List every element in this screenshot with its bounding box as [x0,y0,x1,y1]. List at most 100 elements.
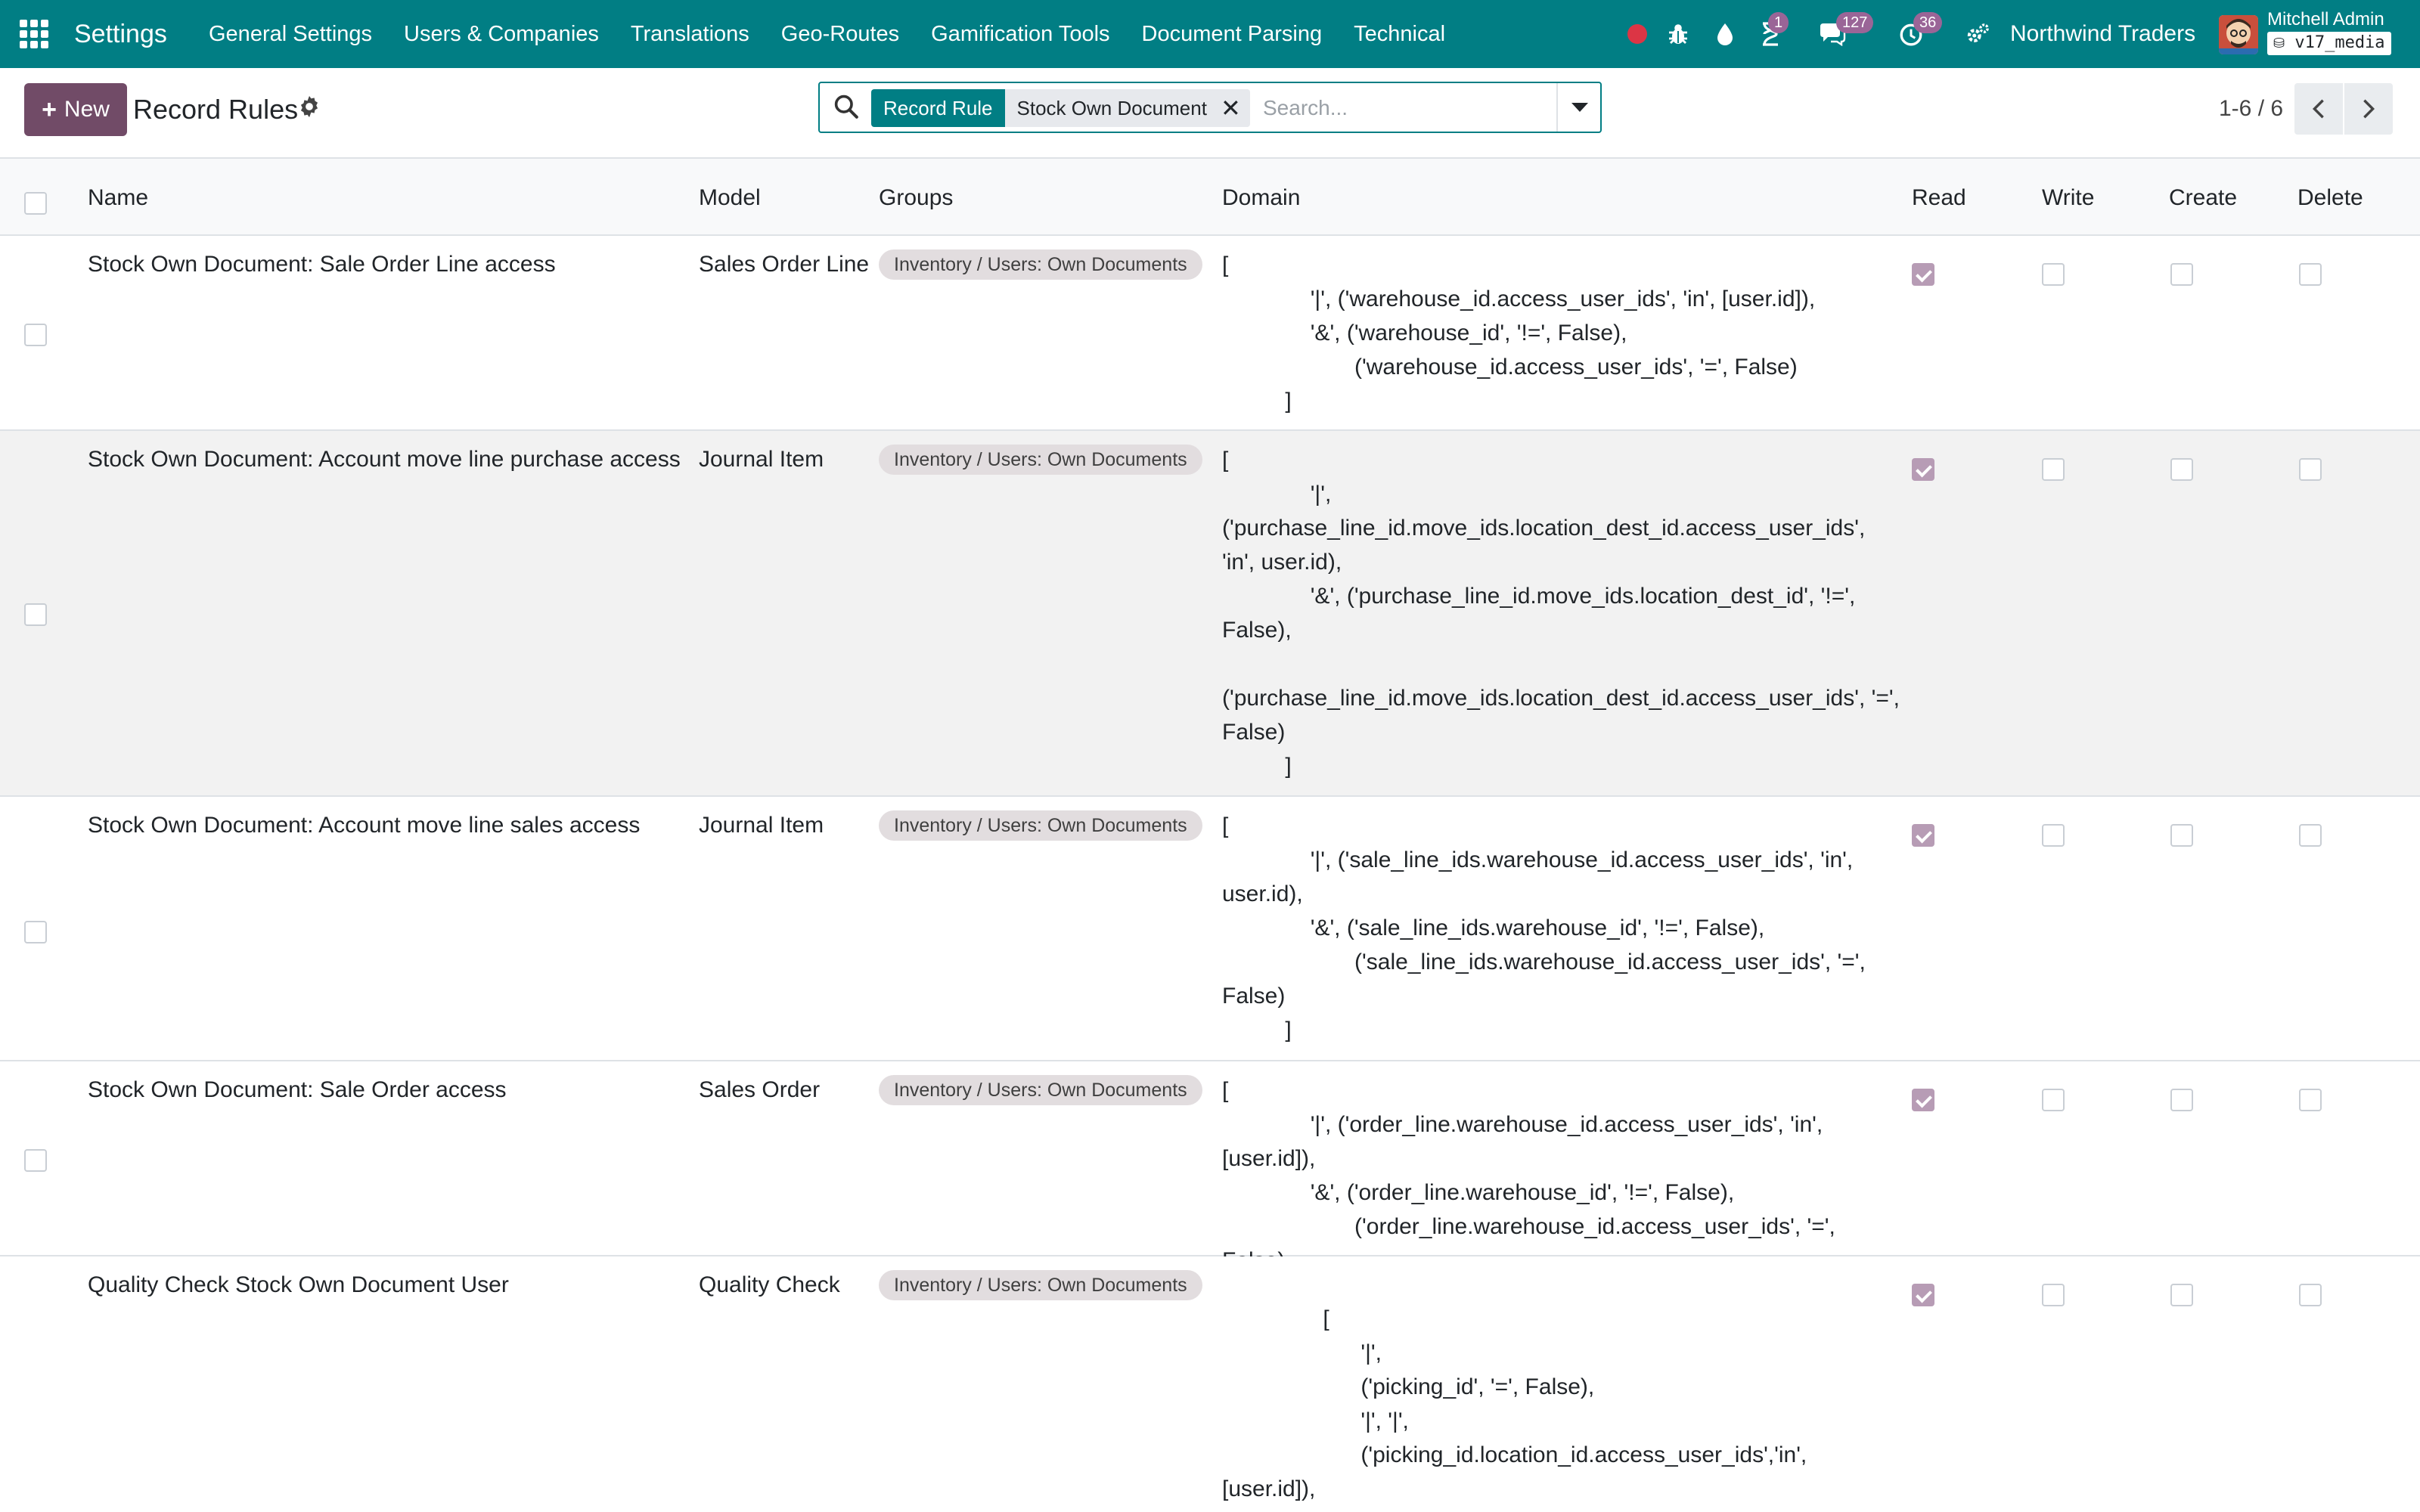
group-tag: Inventory / Users: Own Documents [879,1270,1202,1300]
row-select-checkbox[interactable] [24,603,47,626]
rule-domain: [ '|', ('picking_id', '=', False), '|', … [1222,1306,1807,1501]
create-checkbox[interactable] [2170,1284,2193,1306]
select-all-checkbox[interactable] [24,192,47,215]
search-bar[interactable]: Record Rule Stock Own Document ✕ [818,82,1602,133]
new-button[interactable]: + New [24,83,127,136]
search-input[interactable] [1263,89,1565,127]
rule-domain: [ '|', ('purchase_line_id.move_ids.locat… [1222,448,1900,779]
control-panel: + New Record Rules Record Rule Stock Own… [0,68,2420,159]
row-select-checkbox[interactable] [24,324,47,346]
table-row[interactable]: Stock Own Document: Sale Order access Sa… [0,1061,2420,1307]
rule-model: Sales Order [699,1077,821,1102]
delete-checkbox[interactable] [2299,263,2322,286]
delete-checkbox[interactable] [2299,1089,2322,1111]
main-menu: General Settings Users & Companies Trans… [209,17,1477,51]
group-tag: Inventory / Users: Own Documents [879,810,1202,841]
column-header-domain[interactable]: Domain [1222,183,1300,213]
menu-translations[interactable]: Translations [631,17,749,51]
activity-badge: 1 [1768,12,1789,33]
top-navbar: Settings General Settings Users & Compan… [0,0,2420,68]
column-header-create[interactable]: Create [2169,183,2237,213]
settings-gears-icon[interactable] [1963,20,1992,48]
column-header-write[interactable]: Write [2042,183,2094,213]
column-header-model[interactable]: Model [699,183,761,213]
read-checkbox[interactable] [1912,458,1934,481]
group-tag: Inventory / Users: Own Documents [879,1075,1202,1105]
table-row[interactable]: Stock Own Document: Account move line sa… [0,797,2420,1061]
rule-name: Quality Check Stock Own Document User [88,1272,509,1297]
read-checkbox[interactable] [1912,824,1934,847]
table-row[interactable]: Stock Own Document: Sale Order Line acce… [0,236,2420,431]
write-checkbox[interactable] [2042,263,2065,286]
search-icon[interactable] [833,94,862,122]
facet-value-text: Stock Own Document [1016,97,1207,119]
rule-model: Quality Check [699,1272,840,1297]
recording-indicator-icon[interactable] [1627,24,1647,44]
database-icon: ⛁ [2273,36,2285,51]
table-row[interactable]: Stock Own Document: Account move line pu… [0,431,2420,797]
user-avatar[interactable] [2219,15,2258,54]
create-checkbox[interactable] [2170,824,2193,847]
app-brand[interactable]: Settings [74,17,167,51]
rule-name: Stock Own Document: Sale Order Line acce… [88,252,556,277]
page-title: Record Rules [133,94,299,125]
rule-name: Stock Own Document: Account move line sa… [88,813,641,838]
rule-domain: [ '|', ('warehouse_id.access_user_ids', … [1222,253,1816,414]
column-header-read[interactable]: Read [1912,183,1966,213]
rule-model: Sales Order Line [699,252,870,277]
search-options-toggle[interactable] [1556,83,1602,132]
row-select-checkbox[interactable] [24,1149,47,1172]
rule-name: Stock Own Document: Account move line pu… [88,447,681,472]
create-checkbox[interactable] [2170,263,2193,286]
write-checkbox[interactable] [2042,1089,2065,1111]
column-header-name[interactable]: Name [88,183,148,213]
messages-badge: 127 [1836,12,1874,33]
facet-label: Record Rule [871,89,1005,127]
column-header-groups[interactable]: Groups [879,183,953,213]
list-header: Name Model Groups Domain Read Write Crea… [0,159,2420,236]
column-header-delete[interactable]: Delete [2297,183,2363,213]
read-checkbox[interactable] [1912,263,1934,286]
rule-name: Stock Own Document: Sale Order access [88,1077,507,1102]
menu-gamification-tools[interactable]: Gamification Tools [931,17,1109,51]
pager-next-button[interactable] [2344,83,2393,135]
row-select-checkbox[interactable] [24,921,47,943]
bug-icon[interactable] [1664,20,1692,48]
menu-general-settings[interactable]: General Settings [209,17,372,51]
user-name[interactable]: Mitchell Admin [2267,9,2384,30]
write-checkbox[interactable] [2042,824,2065,847]
database-chip: ⛁ v17_media [2267,32,2391,55]
plus-icon: + [42,94,57,124]
read-checkbox[interactable] [1912,1089,1934,1111]
menu-users-companies[interactable]: Users & Companies [404,17,599,51]
company-switcher[interactable]: Northwind Traders [2010,17,2195,51]
pager-previous-button[interactable] [2294,83,2343,135]
chevron-left-icon [2312,99,2324,119]
search-facet: Record Rule Stock Own Document ✕ [871,89,1250,127]
menu-geo-routes[interactable]: Geo-Routes [781,17,899,51]
group-tag: Inventory / Users: Own Documents [879,445,1202,475]
gear-icon[interactable] [298,95,325,122]
table-row[interactable]: Quality Check Stock Own Document User Qu… [0,1256,2420,1512]
droplet-icon[interactable] [1711,20,1739,48]
rule-model: Journal Item [699,447,824,472]
write-checkbox[interactable] [2042,1284,2065,1306]
remove-facet-icon[interactable]: ✕ [1221,89,1241,127]
delete-checkbox[interactable] [2299,824,2322,847]
delete-checkbox[interactable] [2299,458,2322,481]
create-checkbox[interactable] [2170,458,2193,481]
create-checkbox[interactable] [2170,1089,2193,1111]
record-rules-list: Name Model Groups Domain Read Write Crea… [0,159,2420,1512]
database-name: v17_media [2294,33,2385,52]
facet-value: Stock Own Document ✕ [1004,89,1250,127]
apps-menu-icon[interactable] [20,20,48,48]
rule-model: Journal Item [699,813,824,838]
caret-down-icon [1571,103,1588,112]
pager-value[interactable]: 1-6 / 6 [2219,94,2283,124]
delete-checkbox[interactable] [2299,1284,2322,1306]
group-tag: Inventory / Users: Own Documents [879,249,1202,280]
read-checkbox[interactable] [1912,1284,1934,1306]
menu-technical[interactable]: Technical [1354,17,1445,51]
menu-document-parsing[interactable]: Document Parsing [1142,17,1323,51]
write-checkbox[interactable] [2042,458,2065,481]
